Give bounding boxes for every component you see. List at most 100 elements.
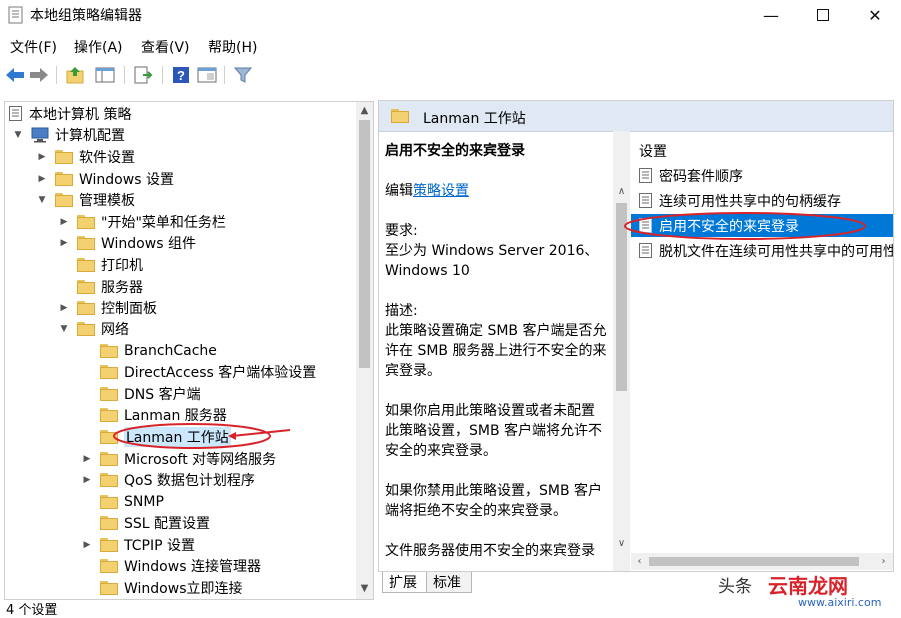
edit-prefix: 编辑 [385, 183, 413, 199]
tree-label: BranchCache [124, 342, 217, 359]
tree-label: 管理模板 [79, 192, 135, 209]
chevron-down-icon[interactable]: ▼ [11, 128, 25, 142]
chevron-right-icon[interactable]: ▶ [35, 172, 49, 186]
scroll-thumb[interactable] [359, 120, 370, 368]
setting-row[interactable]: 脱机文件在连续可用性共享中的可用性 [631, 239, 893, 262]
folder-icon [100, 451, 118, 466]
scroll-down-icon[interactable]: ▼ [356, 580, 373, 597]
chevron-right-icon[interactable]: ▶ [80, 452, 94, 466]
requirements-label: 要求: [385, 223, 418, 239]
local-policy-icon [9, 106, 22, 121]
chevron-right-icon[interactable]: ▶ [57, 236, 71, 250]
tree-item-directaccess[interactable]: DirectAccess 客户端体验设置 [80, 361, 316, 382]
folder-icon [100, 558, 118, 573]
chevron-right-icon[interactable]: ▶ [35, 150, 49, 164]
menu-help[interactable]: 帮助(H) [208, 37, 257, 57]
tree-label: QoS 数据包计划程序 [124, 472, 255, 489]
chevron-right-icon[interactable]: ▶ [57, 301, 71, 315]
tree-item-windows-conn-mgr[interactable]: Windows 连接管理器 [80, 555, 261, 576]
tree-item-tcpip[interactable]: ▶ TCPIP 设置 [80, 534, 195, 555]
tree-item-local-policy[interactable]: 本地计算机 策略 [9, 103, 131, 124]
toolbar-separator [224, 66, 225, 84]
scroll-down-icon[interactable]: ∨ [613, 535, 630, 552]
chevron-right-icon[interactable]: ▶ [80, 538, 94, 552]
export-icon [134, 66, 153, 84]
forward-button[interactable] [28, 64, 50, 86]
tree-label: TCPIP 设置 [124, 537, 195, 554]
policy-title: 启用不安全的来宾登录 [385, 143, 525, 159]
settings-column-header[interactable]: 设置 [639, 141, 667, 161]
tree-label: Windows立即连接 [124, 580, 243, 597]
setting-label: 密码套件顺序 [659, 168, 743, 185]
chevron-down-icon[interactable]: ▼ [57, 322, 71, 336]
tree-item-computer-config[interactable]: ▼ 计算机配置 [11, 124, 125, 145]
tab-standard[interactable]: 标准 [426, 572, 472, 593]
tree-item-windows-connect-now[interactable]: Windows立即连接 [80, 577, 243, 598]
tree-item-dns-client[interactable]: DNS 客户端 [80, 383, 201, 404]
setting-row[interactable]: 连续可用性共享中的句柄缓存 [631, 189, 893, 212]
console-tree[interactable]: 本地计算机 策略 ▼ 计算机配置 ▶ 软件设置 ▶ Windows 设置 ▼ 管… [4, 101, 374, 600]
tree-label: DNS 客户端 [124, 386, 201, 403]
window-title: 本地组策略编辑器 [30, 8, 142, 24]
setting-row-selected[interactable]: 启用不安全的来宾登录 [631, 214, 893, 237]
tab-extended[interactable]: 扩展 [382, 572, 428, 593]
policy-settings-link[interactable]: 策略设置 [413, 183, 469, 199]
scroll-thumb[interactable] [649, 557, 859, 566]
folder-icon [77, 279, 95, 294]
tree-item-lanman-server[interactable]: Lanman 服务器 [80, 404, 227, 425]
up-level-button[interactable] [64, 64, 86, 86]
tree-item-lanman-workstation[interactable]: Lanman 工作站 [80, 426, 231, 447]
tree-item-ssl-config[interactable]: SSL 配置设置 [80, 512, 210, 533]
filter-icon [233, 67, 253, 83]
tree-item-windows-settings[interactable]: ▶ Windows 设置 [35, 168, 174, 189]
help-button[interactable]: ? [170, 64, 192, 86]
folder-icon [100, 580, 118, 595]
tree-scrollbar[interactable]: ▲ ▼ [356, 102, 373, 599]
tree-item-server[interactable]: 服务器 [57, 276, 143, 297]
export-list-button[interactable] [132, 64, 154, 86]
setting-label: 脱机文件在连续可用性共享中的可用性 [659, 243, 894, 260]
tree-item-branchcache[interactable]: BranchCache [80, 340, 217, 361]
tree-item-start-menu[interactable]: ▶ "开始"菜单和任务栏 [57, 211, 226, 232]
tree-item-snmp[interactable]: SNMP [80, 491, 164, 512]
minimize-button[interactable]: — [745, 0, 797, 30]
tree-label: 计算机配置 [55, 127, 125, 144]
folder-icon [100, 386, 118, 401]
tree-label: Windows 连接管理器 [124, 558, 261, 575]
filter-button[interactable] [232, 64, 254, 86]
tree-item-windows-components[interactable]: ▶ Windows 组件 [57, 232, 196, 253]
chevron-right-icon[interactable]: ▶ [57, 215, 71, 229]
tree-item-qos[interactable]: ▶ QoS 数据包计划程序 [80, 469, 255, 490]
tree-label: "开始"菜单和任务栏 [101, 214, 226, 231]
scroll-up-icon[interactable]: ▲ [356, 102, 373, 119]
back-button[interactable] [4, 64, 26, 86]
tree-item-admin-templates[interactable]: ▼ 管理模板 [35, 189, 135, 210]
folder-icon [55, 149, 73, 164]
maximize-button[interactable] [797, 0, 849, 30]
folder-icon [100, 364, 118, 379]
tree-item-network[interactable]: ▼ 网络 [57, 318, 129, 339]
close-icon: ✕ [868, 5, 882, 25]
chevron-down-icon[interactable]: ▼ [35, 193, 49, 207]
scroll-left-icon[interactable]: ‹ [631, 553, 648, 570]
menu-file[interactable]: 文件(F) [10, 37, 57, 57]
tree-item-control-panel[interactable]: ▶ 控制面板 [57, 297, 157, 318]
description-label: 描述: [385, 303, 418, 319]
menu-view[interactable]: 查看(V) [141, 37, 190, 57]
tree-item-printers[interactable]: 打印机 [57, 254, 143, 275]
setting-row[interactable]: 密码套件顺序 [631, 164, 893, 187]
scroll-up-icon[interactable]: ∧ [613, 183, 630, 200]
requirements-text: 至少为 Windows Server 2016、Windows 10 [385, 243, 599, 279]
tree-item-software-settings[interactable]: ▶ 软件设置 [35, 146, 135, 167]
chevron-right-icon[interactable]: ▶ [80, 473, 94, 487]
tree-label: SSL 配置设置 [124, 515, 211, 532]
description-scrollbar[interactable]: ∧ ∨ [613, 131, 630, 571]
close-button[interactable]: ✕ [849, 0, 901, 30]
scroll-thumb[interactable] [616, 203, 627, 391]
tree-item-microsoft-p2p[interactable]: ▶ Microsoft 对等网络服务 [80, 448, 276, 469]
back-arrow-icon [6, 68, 24, 82]
show-hide-tree-button[interactable] [94, 64, 116, 86]
menu-action[interactable]: 操作(A) [74, 37, 123, 57]
properties-button[interactable] [196, 64, 218, 86]
toolbar-separator [162, 66, 163, 84]
